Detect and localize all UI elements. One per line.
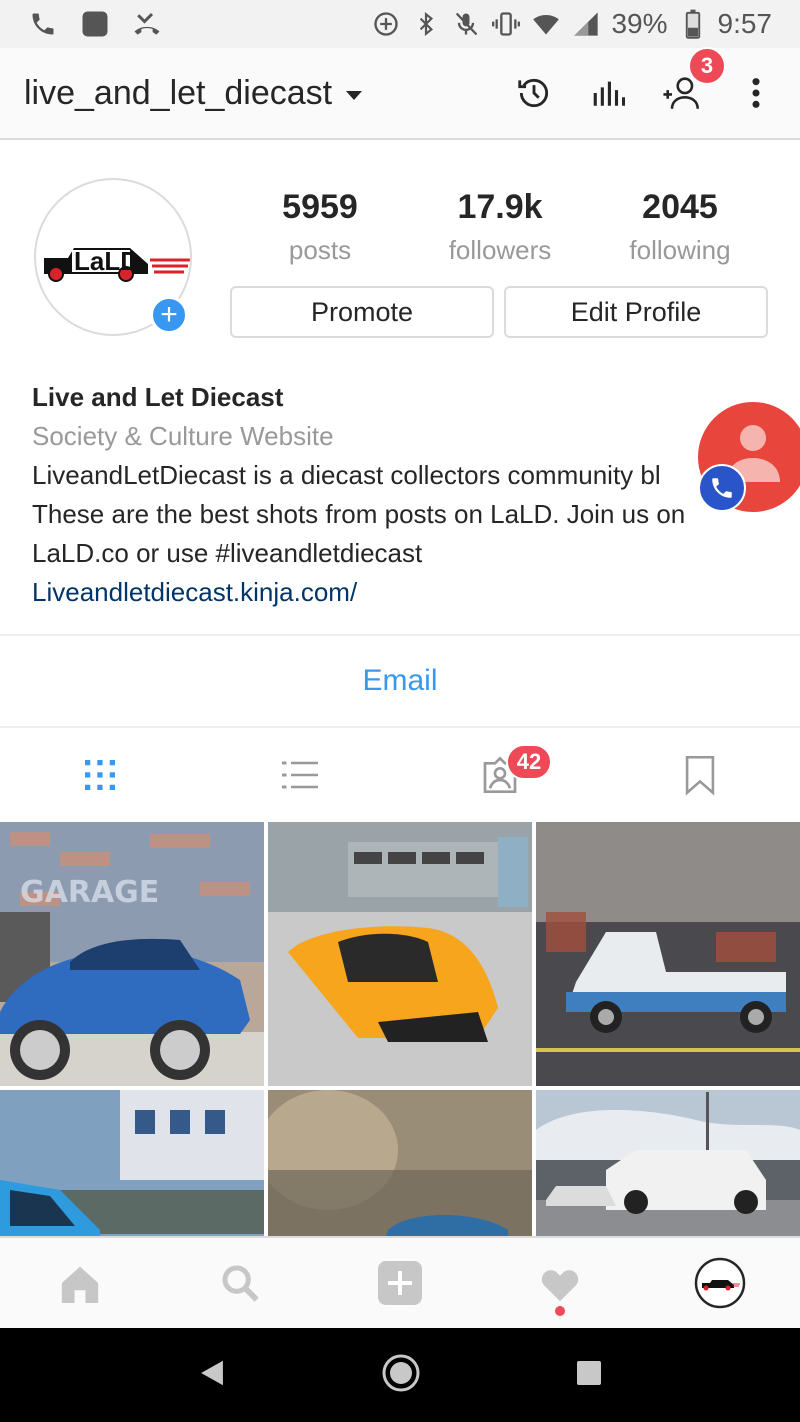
bio-name: Live and Let Diecast [32,382,284,412]
bio-website-link[interactable]: Liveandletdiecast.kinja.com/ [32,573,752,612]
recents-icon[interactable] [576,1360,602,1391]
photo-macro-car-image [268,1090,532,1236]
missed-call-icon [132,9,162,39]
email-button[interactable]: Email [0,634,800,728]
account-switcher[interactable]: live_and_let_diecast [24,74,332,113]
stat-value: 17.9k [457,188,543,226]
stat-following[interactable]: 2045 following [590,188,770,266]
home-circle-icon[interactable] [381,1353,421,1398]
photo-blue-hatchback-image: GARAGE [0,822,264,1086]
phone-call-badge-icon[interactable] [698,464,746,512]
photo-lowrider-pickup-image [536,822,800,1086]
app-square-icon [80,9,110,39]
data-saver-icon [371,9,401,39]
status-bar: 39% 9:57 [0,0,800,48]
profile-avatar-icon [694,1257,746,1309]
nav-activity[interactable] [480,1238,640,1328]
photo-blue-truck-image [0,1090,264,1236]
photo-white-hatchback-image [536,1090,800,1236]
nav-home[interactable] [0,1238,160,1328]
grid-icon [85,760,115,790]
nav-profile[interactable] [640,1238,800,1328]
photo-orange-sportscar-image [268,822,532,1086]
stat-value: 5959 [282,188,358,226]
edit-profile-button[interactable]: Edit Profile [504,286,768,338]
stat-label: following [629,235,731,265]
bio-line: LiveandLetDiecast is a diecast collector… [32,460,661,490]
stat-label: posts [288,235,352,265]
system-navigation-bar [0,1328,800,1422]
notification-badge: 3 [688,47,726,85]
heart-icon [541,1270,579,1302]
stat-value: 2045 [642,188,718,226]
bottom-navigation [0,1236,800,1328]
vibrate-icon [491,9,521,39]
bio: Live and Let Diecast Society & Culture W… [32,378,752,612]
stat-label: followers [448,235,552,265]
profile-header: live_and_let_diecast 3 [0,47,800,140]
bio-line: These are the best shots from posts on L… [32,499,686,529]
phone-call-icon [28,9,58,39]
photo-grid: GARAGE [0,822,800,1236]
battery-percent: 39% [611,8,668,39]
tab-saved[interactable] [600,730,800,820]
grid-photo[interactable] [268,822,532,1086]
activity-dot [555,1306,565,1316]
stat-posts[interactable]: 5959 posts [230,188,410,266]
bio-category: Society & Culture Website [32,421,334,451]
bookmark-icon [685,755,715,796]
stat-followers[interactable]: 17.9k followers [410,188,590,266]
archive-history-icon[interactable] [514,73,554,113]
grid-photo[interactable] [536,822,800,1086]
tab-tagged[interactable]: 42 [400,730,600,820]
add-post-icon [378,1261,422,1305]
wifi-icon [531,9,561,39]
chevron-down-icon[interactable] [346,90,363,100]
add-story-plus-icon[interactable]: + [150,296,188,334]
clock-time: 9:57 [717,8,773,39]
tab-list[interactable] [200,730,400,820]
back-icon[interactable] [198,1358,226,1393]
profile-stats: 5959 posts 17.9k followers 2045 followin… [230,188,770,266]
nav-new-post[interactable] [320,1238,480,1328]
insights-chart-icon[interactable] [588,73,628,113]
battery-icon [678,9,708,39]
list-icon [282,761,318,789]
grid-photo[interactable] [268,1090,532,1236]
tab-grid[interactable] [0,730,200,820]
search-icon [222,1265,259,1302]
options-menu-icon[interactable] [736,73,776,113]
bio-line: LaLD.co or use #liveandletdiecast [32,538,423,568]
grid-photo[interactable] [0,1090,264,1236]
signal-icon [571,9,601,39]
tagged-count-badge: 42 [506,744,552,780]
promote-button[interactable]: Promote [230,286,494,338]
profile-tabs: 42 [0,730,800,820]
home-icon [61,1266,99,1303]
avatar-logo-text: LaLD [74,246,139,276]
svg-text:GARAGE: GARAGE [20,875,159,910]
grid-photo[interactable]: GARAGE [0,822,264,1086]
mute-icon [451,9,481,39]
nav-search[interactable] [160,1238,320,1328]
bluetooth-icon [411,9,441,39]
discover-people-button[interactable]: 3 [662,47,726,113]
grid-photo[interactable] [536,1090,800,1236]
